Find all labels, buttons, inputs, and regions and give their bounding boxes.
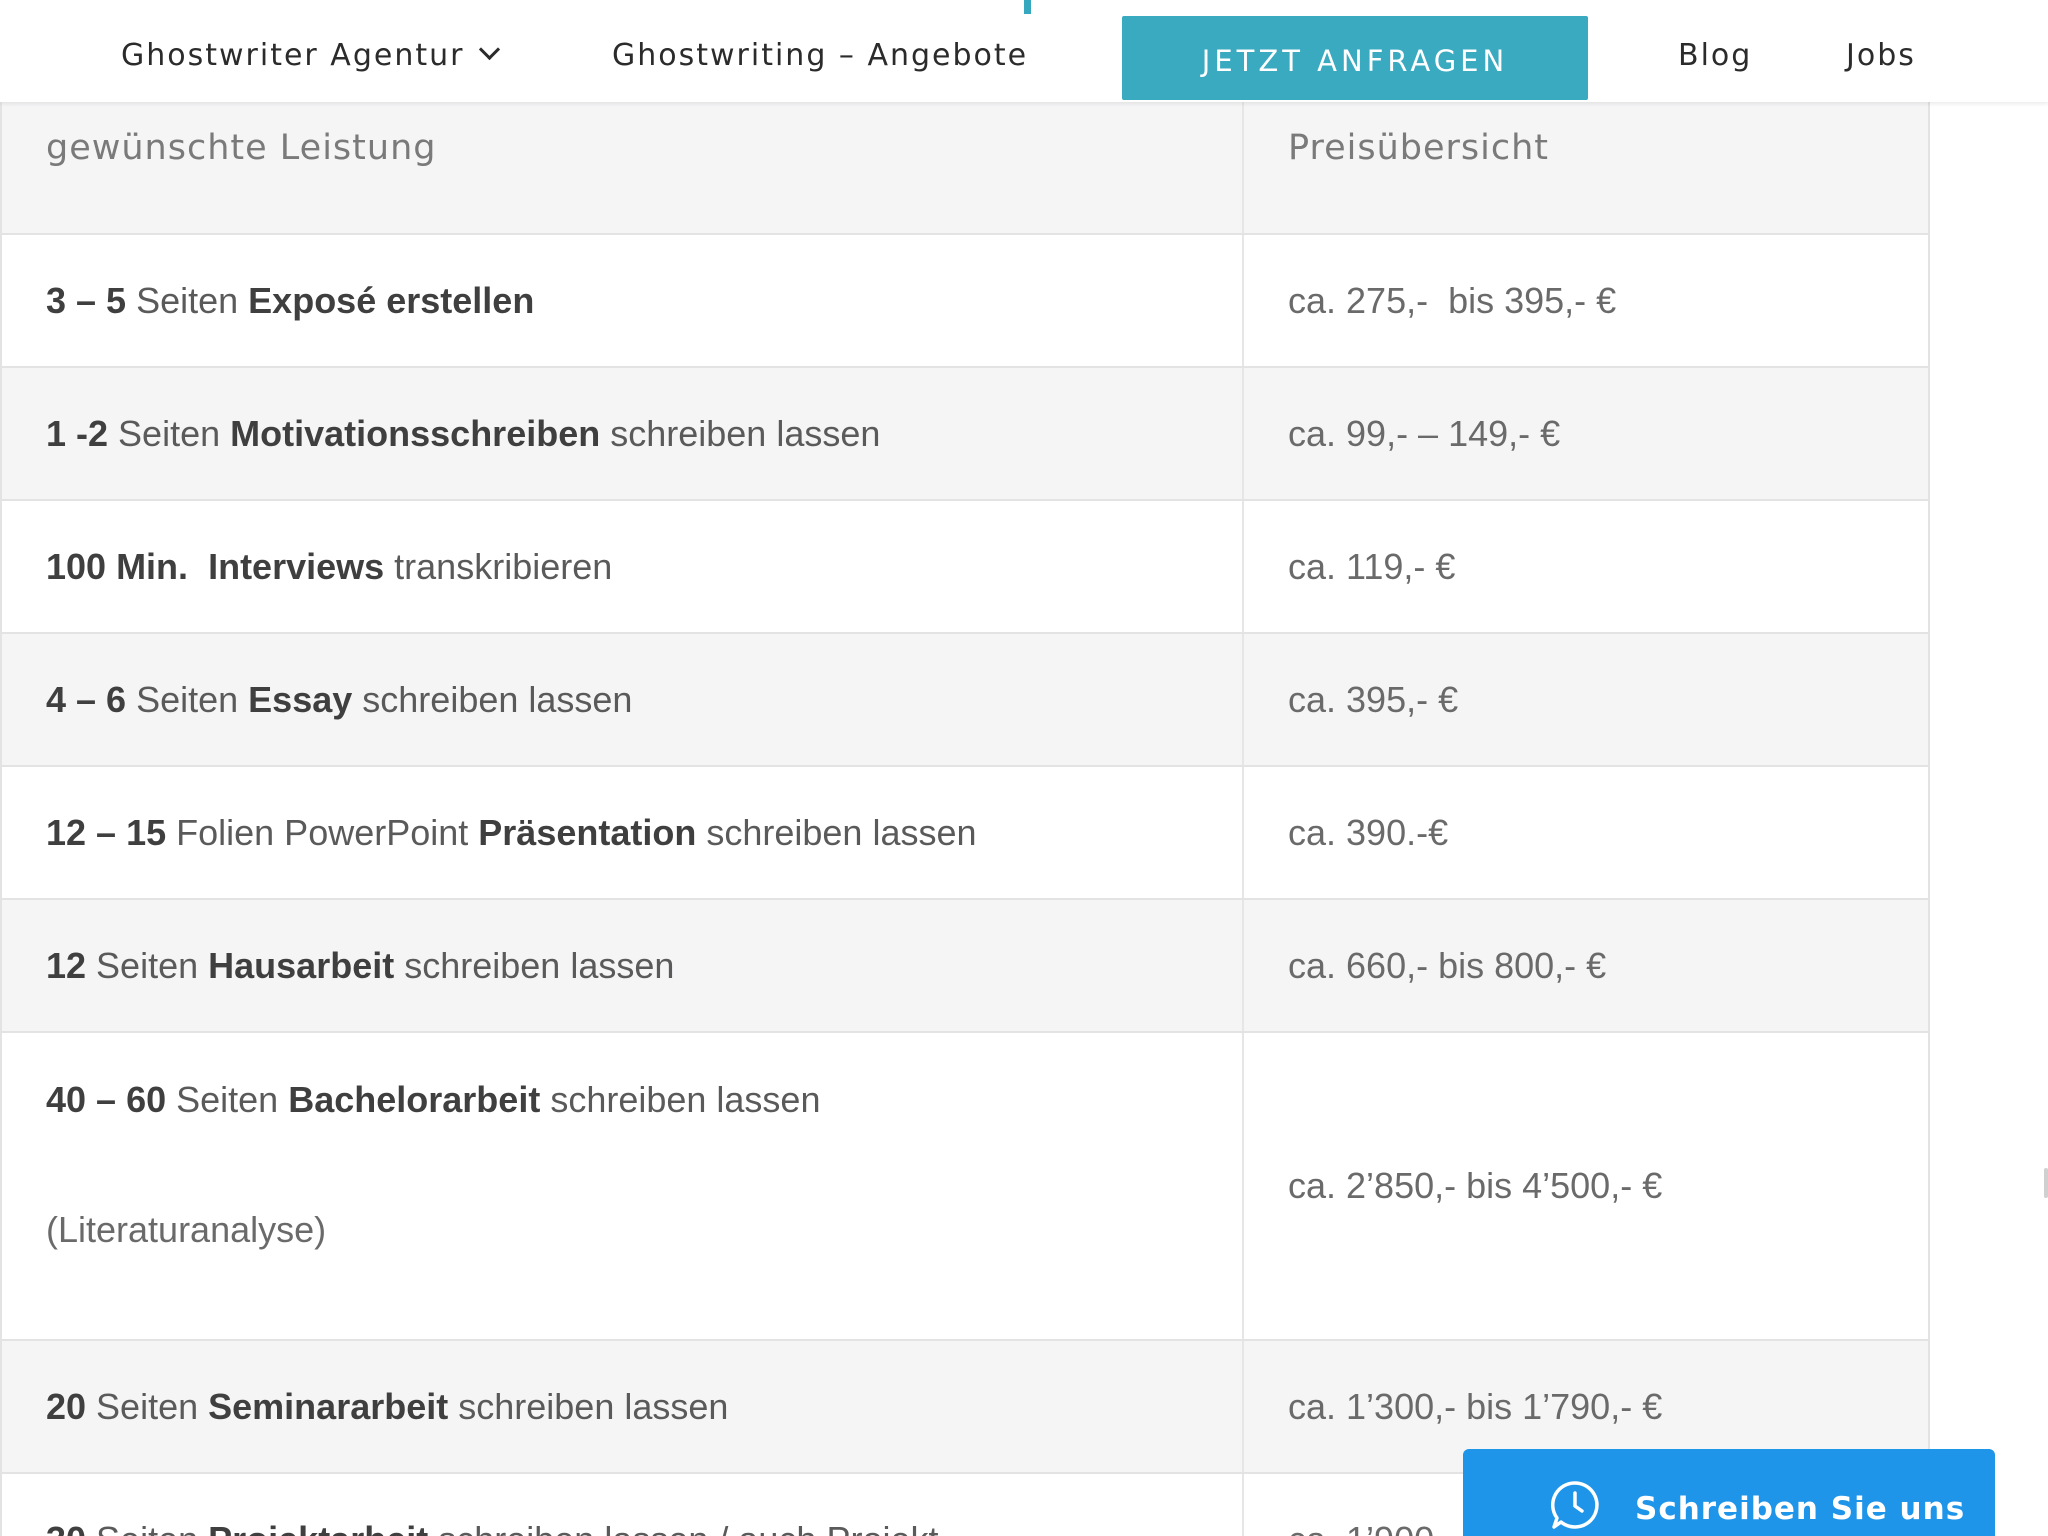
service-unit: Seiten	[108, 412, 231, 454]
service-unit	[188, 546, 208, 587]
table-row: 3 – 5 Seiten Exposé erstellen ca. 275,- b…	[2, 235, 1928, 368]
service-suffix: schreiben lassen	[540, 1079, 821, 1120]
price-value: ca. 1’300,- bis 1’790,- €	[1288, 1385, 1663, 1427]
price-table: gewünschte Leistung Preisübersicht 3 – 5…	[0, 102, 1930, 1536]
price-cell: ca. 2’850,- bis 4’500,- €	[1244, 1033, 1928, 1339]
jetzt-anfragen-button[interactable]: JETZT ANFRAGEN	[1122, 16, 1588, 100]
service-name: Exposé erstellen	[248, 279, 535, 321]
service-unit: Seiten	[126, 279, 249, 321]
nav-item-ghostwriter-agentur[interactable]: Ghostwriter Agentur	[121, 38, 501, 73]
service-quantity: 12 – 15	[46, 811, 167, 853]
service-quantity: 3 – 5	[46, 279, 127, 321]
service-note: (Literaturanalyse)	[46, 1209, 327, 1250]
service-cell: 1 -2 Seiten Motivationsschreiben schreib…	[2, 368, 1244, 499]
price-cell: ca. 660,- bis 800,- €	[1244, 900, 1928, 1031]
service-name: Seminararbeit	[208, 1385, 449, 1427]
service-description: 3 – 5 Seiten Exposé erstellen	[46, 280, 1242, 322]
top-navigation: Ghostwriter Agentur Ghostwriting – Angeb…	[0, 0, 2048, 102]
service-quantity: 20	[46, 1385, 87, 1427]
chat-widget-button[interactable]: Schreiben Sie uns	[1463, 1449, 1995, 1536]
service-name: Essay	[248, 678, 353, 720]
service-cell: 30 Seiten Projektarbeit schreiben lassen…	[2, 1474, 1244, 1536]
service-suffix: schreiben lassen	[448, 1385, 729, 1427]
price-cell: ca. 119,- €	[1244, 501, 1928, 632]
price-cell: ca. 390.-€	[1244, 767, 1928, 898]
service-suffix: schreiben lassen	[352, 678, 633, 720]
service-description: 30 Seiten Projektarbeit schreiben lassen…	[46, 1519, 1242, 1536]
table-header-row: gewünschte Leistung Preisübersicht	[2, 102, 1928, 235]
service-cell: 12 Seiten Hausarbeit schreiben lassen	[2, 900, 1244, 1031]
service-quantity: 100 Min.	[46, 545, 189, 587]
scroll-indicator	[2044, 1168, 2048, 1198]
service-description: 100 Min. Interviews transkribieren	[46, 546, 1242, 588]
price-cell: ca. 99,- – 149,- €	[1244, 368, 1928, 499]
nav-item-ghostwriting-angebote[interactable]: Ghostwriting – Angebote	[612, 38, 1028, 73]
service-description: 20 Seiten Seminararbeit schreiben lassen	[46, 1386, 1242, 1428]
service-suffix: schreiben lassen	[394, 944, 675, 986]
price-value: ca. 275,- bis 395,- €	[1288, 279, 1617, 321]
table-row: 4 – 6 Seiten Essay schreiben lassen ca. 3…	[2, 634, 1928, 767]
service-quantity: 1 -2	[46, 412, 109, 454]
table-row: 100 Min. Interviews transkribieren ca. 11…	[2, 501, 1928, 634]
service-quantity: 4 – 6	[46, 678, 127, 720]
service-cell: 40 – 60 Seiten Bachelorarbeit schreiben …	[2, 1033, 1244, 1339]
chevron-down-icon	[479, 38, 501, 61]
service-cell: 4 – 6 Seiten Essay schreiben lassen	[2, 634, 1244, 765]
service-unit: Folien PowerPoint	[166, 811, 479, 853]
price-cell: ca. 395,- €	[1244, 634, 1928, 765]
service-unit: Seiten	[126, 678, 249, 720]
table-row: 12 Seiten Hausarbeit schreiben lassen ca.…	[2, 900, 1928, 1033]
chat-bubble-clock-icon	[1551, 1481, 1599, 1529]
service-suffix: transkribieren	[384, 545, 613, 587]
table-body: 3 – 5 Seiten Exposé erstellen ca. 275,- b…	[2, 235, 1928, 1536]
column-header-price: Preisübersicht	[1288, 128, 1550, 168]
service-quantity: 40 – 60	[46, 1079, 167, 1120]
service-suffix: schreiben lassen / auch Projekt…	[428, 1519, 974, 1536]
price-value: ca. 660,- bis 800,- €	[1288, 944, 1607, 986]
service-name: Interviews	[208, 545, 385, 587]
service-cell: 100 Min. Interviews transkribieren	[2, 501, 1244, 632]
nav-item-blog[interactable]: Blog	[1678, 38, 1752, 73]
service-cell: 3 – 5 Seiten Exposé erstellen	[2, 235, 1244, 366]
price-value: ca. 99,- – 149,- €	[1288, 412, 1561, 454]
chat-widget-label: Schreiben Sie uns	[1635, 1491, 1966, 1527]
service-description: 12 Seiten Hausarbeit schreiben lassen	[46, 945, 1242, 987]
service-cell: 20 Seiten Seminararbeit schreiben lassen	[2, 1341, 1244, 1472]
service-unit: Seiten	[166, 1079, 289, 1120]
service-name: Bachelorarbeit	[288, 1079, 541, 1120]
service-description: 4 – 6 Seiten Essay schreiben lassen	[46, 679, 1242, 721]
service-name: Projektarbeit	[208, 1519, 428, 1536]
service-quantity: 30	[46, 1519, 86, 1536]
price-value: ca. 119,- €	[1288, 545, 1456, 587]
table-row: 1 -2 Seiten Motivationsschreiben schreib…	[2, 368, 1928, 501]
service-cell: 12 – 15 Folien PowerPoint Präsentation s…	[2, 767, 1244, 898]
table-row: 12 – 15 Folien PowerPoint Präsentation s…	[2, 767, 1928, 900]
price-value: ca. 395,- €	[1288, 678, 1459, 720]
service-name: Präsentation	[478, 811, 697, 853]
service-suffix: schreiben lassen	[600, 412, 881, 454]
service-description: 12 – 15 Folien PowerPoint Präsentation s…	[46, 812, 1242, 854]
service-name: Motivationsschreiben	[230, 412, 601, 454]
nav-item-jobs[interactable]: Jobs	[1846, 38, 1916, 73]
table-row: 40 – 60 Seiten Bachelorarbeit schreiben …	[2, 1033, 1928, 1341]
column-header-service: gewünschte Leistung	[46, 128, 437, 168]
nav-item-label: Ghostwriter Agentur	[121, 38, 465, 73]
nav-item-angebote-wrapper: Ghostwriting – Angebote	[612, 38, 1030, 73]
price-value: ca. 390.-€	[1288, 811, 1449, 853]
service-unit: Seiten	[86, 944, 209, 986]
service-quantity: 12	[46, 944, 87, 986]
service-description: 40 – 60 Seiten Bachelorarbeit schreiben …	[46, 1079, 1242, 1121]
service-description: 1 -2 Seiten Motivationsschreiben schreib…	[46, 413, 1242, 455]
service-unit: Seiten	[86, 1519, 208, 1536]
price-value: ca. 2’850,- bis 4’500,- €	[1288, 1165, 1663, 1206]
service-name: Hausarbeit	[208, 944, 395, 986]
nav-active-marker	[1024, 0, 1031, 14]
service-unit: Seiten	[86, 1385, 209, 1427]
service-suffix: schreiben lassen	[696, 811, 977, 853]
page: Ghostwriter Agentur Ghostwriting – Angeb…	[0, 0, 2048, 1536]
price-cell: ca. 275,- bis 395,- €	[1244, 235, 1928, 366]
